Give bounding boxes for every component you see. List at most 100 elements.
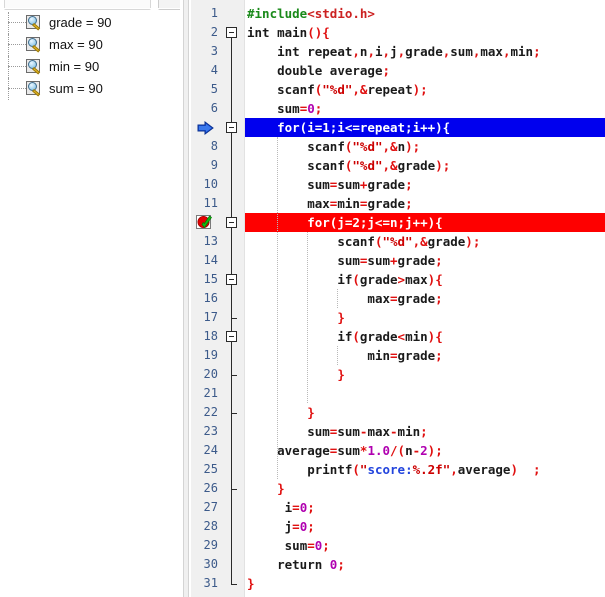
code-editor[interactable]: 1 #include<stdio.h> 2 int main(){3 int repe… [191,0,605,597]
line-number: 3 [210,44,218,58]
line-number: 30 [203,557,218,571]
current-execution-arrow-icon[interactable] [197,121,214,135]
code-line[interactable]: 2 int main(){ [191,23,605,42]
list-item[interactable]: min = 90 [0,56,180,78]
line-code: } [277,481,285,496]
line-code: } [307,405,315,420]
fold-collapse-box[interactable] [226,27,237,38]
code-line[interactable]: 18 if(grade<min){ [191,327,605,346]
fold-line [231,38,232,584]
code-line[interactable]: 20 } [191,365,605,384]
line-number: 8 [210,139,218,153]
line-number: 29 [203,538,218,552]
code-line[interactable]: for(j=2;j<=n;j++){ [191,213,605,232]
line-code: printf("score:%.2f",average) ; [307,462,541,477]
code-line[interactable]: 29 sum=0; [191,536,605,555]
line-number: 17 [203,310,218,324]
indent-guide [337,346,339,365]
line-code: scanf("%d",&n); [307,139,421,154]
indent-guide [337,289,339,308]
line-code: j=0; [284,519,315,534]
code-line[interactable]: 23 sum=sum-max-min; [191,422,605,441]
fold-tick [231,584,237,585]
fold-tick [231,413,237,414]
fold-collapse-box[interactable] [226,217,237,228]
code-line[interactable]: 9 scanf("%d",&grade); [191,156,605,175]
line-number: 15 [203,272,218,286]
line-code: for(i=1;i<=repeat;i++){ [247,120,451,135]
line-number: 18 [203,329,218,343]
code-line[interactable]: for(i=1;i<=repeat;i++){ [191,118,605,137]
code-line[interactable]: 19 min=grade; [191,346,605,365]
line-number: 26 [203,481,218,495]
line-code: int main(){ [247,25,330,40]
code-line[interactable]: 14 sum=sum+grade; [191,251,605,270]
code-line[interactable]: 17 } [191,308,605,327]
code-line[interactable]: 16 max=grade; [191,289,605,308]
line-number: 20 [203,367,218,381]
line-number: 14 [203,253,218,267]
line-number: 5 [210,82,218,96]
panel-splitter[interactable] [180,0,191,597]
code-line[interactable]: 28 j=0; [191,517,605,536]
code-line[interactable]: 24 average=sum*1.0/(n-2); [191,441,605,460]
line-code: } [247,576,255,591]
code-line[interactable]: 26 } [191,479,605,498]
line-number: 13 [203,234,218,248]
fold-tick [231,489,237,490]
watch-variables-panel: grade = 90 max = 90 min = 90 sum = 90 [0,0,180,597]
indent-guide [277,137,279,479]
fold-collapse-box[interactable] [226,122,237,133]
line-code: max=min=grade; [307,196,413,211]
line-code: scanf("%d",&grade); [337,234,481,249]
line-code: } [337,310,345,325]
line-code: scanf("%d",&repeat); [277,82,428,97]
fold-tick [231,375,237,376]
line-code: sum=sum-max-min; [307,424,428,439]
watch-magnifier-icon [26,15,43,31]
line-number: 22 [203,405,218,419]
code-line[interactable]: 31} [191,574,605,593]
code-line[interactable]: 1 #include<stdio.h> [191,4,605,23]
code-line[interactable]: 25 printf("score:%.2f",average) ; [191,460,605,479]
watch-item-label: grade = 90 [49,15,112,30]
line-code: sum=sum+grade; [307,177,413,192]
code-line[interactable]: 11 max=min=grade; [191,194,605,213]
code-line[interactable]: 13 scanf("%d",&grade); [191,232,605,251]
code-line[interactable]: 5 scanf("%d",&repeat); [191,80,605,99]
line-number: 11 [203,196,218,210]
code-line[interactable]: 22 } [191,403,605,422]
watch-magnifier-icon [26,81,43,97]
code-line[interactable]: 27 i=0; [191,498,605,517]
splitter-bar[interactable] [183,0,189,597]
watch-magnifier-icon [26,37,43,53]
application-window: grade = 90 max = 90 min = 90 sum = 90 1 … [0,0,605,597]
list-item[interactable]: max = 90 [0,34,180,56]
line-number: 31 [203,576,218,590]
list-item[interactable]: sum = 90 [0,78,180,100]
line-code: i=0; [284,500,315,515]
code-line[interactable]: 6 sum=0; [191,99,605,118]
code-line[interactable]: 30 return 0; [191,555,605,574]
code-line[interactable]: 21 [191,384,605,403]
line-number: 10 [203,177,218,191]
code-line[interactable]: 15 if(grade>max){ [191,270,605,289]
code-line[interactable]: 3 int repeat,n,i,j,grade,sum,max,min; [191,42,605,61]
code-line[interactable]: 10 sum=sum+grade; [191,175,605,194]
line-number: 4 [210,63,218,77]
line-number: 23 [203,424,218,438]
line-number: 9 [210,158,218,172]
fold-collapse-box[interactable] [226,274,237,285]
line-number: 16 [203,291,218,305]
indent-guide [307,232,309,403]
fold-collapse-box[interactable] [226,331,237,342]
code-line[interactable]: 8 scanf("%d",&n); [191,137,605,156]
line-number: 19 [203,348,218,362]
list-item[interactable]: grade = 90 [0,12,180,34]
watch-item-label: min = 90 [49,59,100,74]
code-line[interactable]: 4 double average; [191,61,605,80]
line-code: return 0; [277,557,345,572]
line-code: int repeat,n,i,j,grade,sum,max,min; [277,44,541,59]
line-number: 25 [203,462,218,476]
breakpoint-verified-icon[interactable] [196,215,214,230]
